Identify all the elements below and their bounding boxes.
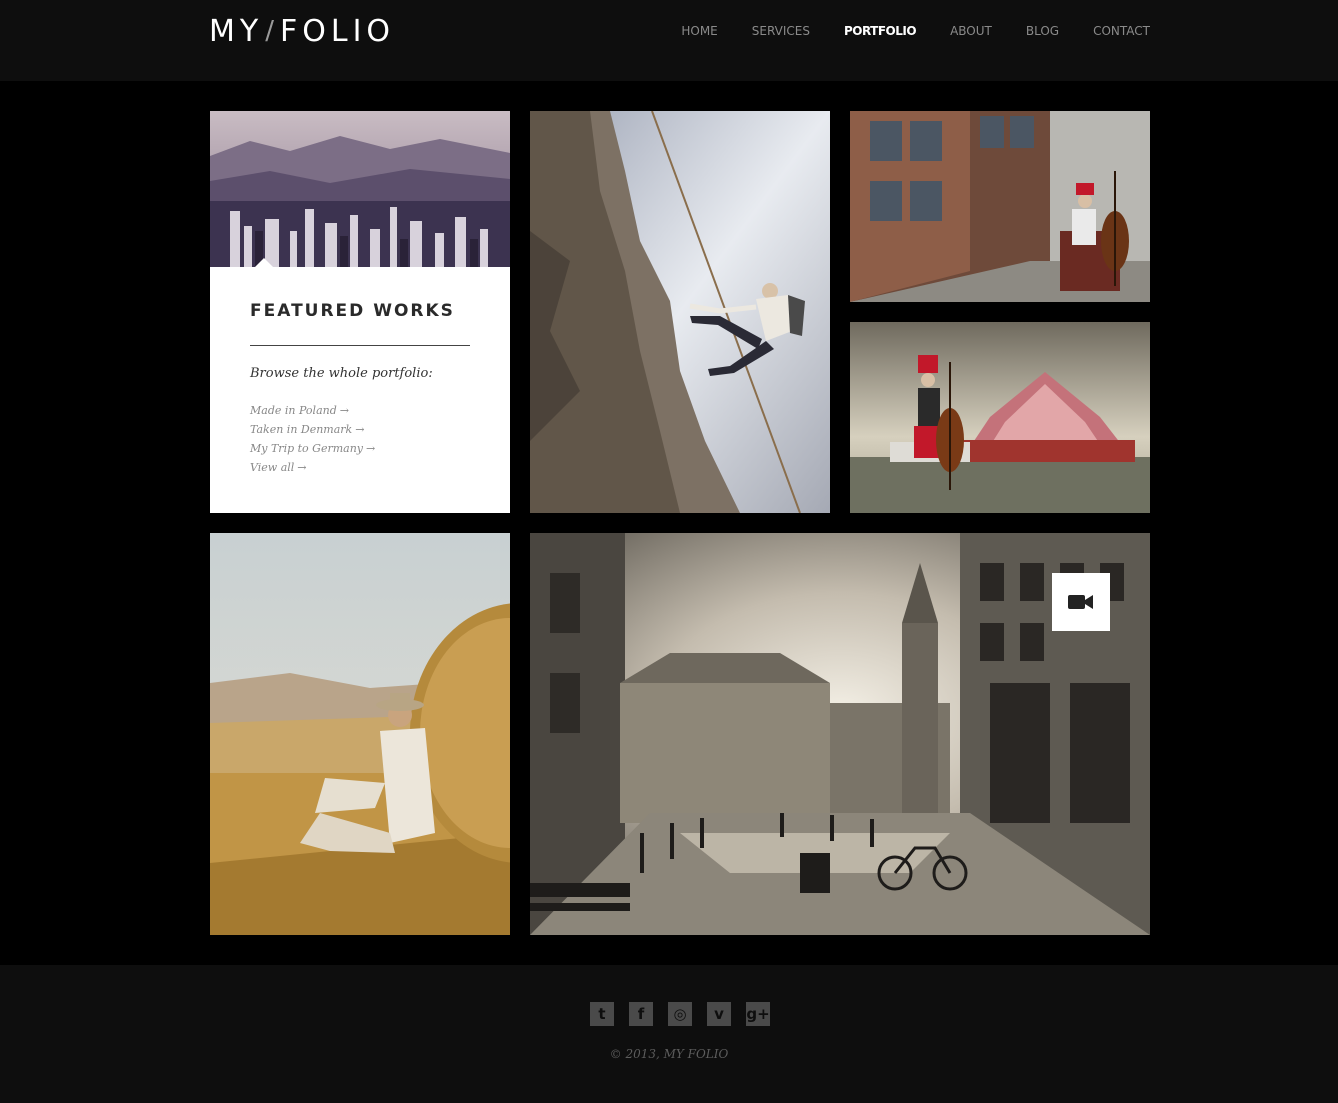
google-plus-icon[interactable]: g+ bbox=[746, 1002, 770, 1026]
circus-cellist-photo[interactable] bbox=[850, 322, 1150, 513]
link-taken-in-denmark[interactable]: Taken in Denmark → bbox=[250, 420, 375, 439]
featured-subtitle: Browse the whole portfolio: bbox=[250, 366, 433, 381]
vimeo-icon[interactable]: v bbox=[707, 1002, 731, 1026]
link-view-all[interactable]: View all → bbox=[250, 458, 375, 477]
featured-works-card: FEATURED WORKS Browse the whole portfoli… bbox=[210, 111, 510, 513]
featured-links: Made in Poland → Taken in Denmark → My Tri… bbox=[250, 401, 375, 477]
site-header: MY / FOLIO HOME SERVICES PORTFOLIO ABOUT… bbox=[0, 0, 1338, 81]
facebook-icon[interactable]: f bbox=[629, 1002, 653, 1026]
featured-notch bbox=[254, 258, 274, 268]
site-footer: t f ◎ v g+ © 2013, MY FOLIO bbox=[0, 965, 1338, 1103]
main-nav: HOME SERVICES PORTFOLIO ABOUT BLOG CONTA… bbox=[647, 22, 1150, 40]
social-links: t f ◎ v g+ bbox=[590, 1002, 785, 1026]
video-play-button[interactable] bbox=[1052, 573, 1110, 631]
nav-portfolio[interactable]: PORTFOLIO bbox=[844, 22, 917, 40]
nav-blog[interactable]: BLOG bbox=[1026, 22, 1059, 40]
twitter-icon[interactable]: t bbox=[590, 1002, 614, 1026]
arrow-right-icon: → bbox=[339, 404, 349, 417]
rock-climber-photo[interactable] bbox=[530, 111, 830, 513]
town-square-photo[interactable] bbox=[530, 533, 1150, 935]
arrow-right-icon: → bbox=[366, 442, 376, 455]
copyright-text: © 2013, MY FOLIO bbox=[609, 1047, 729, 1061]
logo-text-right: FOLIO bbox=[279, 13, 396, 49]
logo-separator: / bbox=[265, 16, 278, 46]
dribbble-icon[interactable]: ◎ bbox=[668, 1002, 692, 1026]
link-made-in-poland[interactable]: Made in Poland → bbox=[250, 401, 375, 420]
nav-about[interactable]: ABOUT bbox=[950, 22, 992, 40]
nav-services[interactable]: SERVICES bbox=[752, 22, 810, 40]
site-logo[interactable]: MY / FOLIO bbox=[209, 13, 396, 49]
video-camera-icon bbox=[1068, 595, 1093, 609]
featured-divider bbox=[250, 345, 470, 346]
nav-home[interactable]: HOME bbox=[681, 22, 717, 40]
logo-text-left: MY bbox=[209, 13, 264, 49]
hay-bale-photo[interactable] bbox=[210, 533, 510, 935]
city-skyline-photo[interactable] bbox=[210, 111, 510, 267]
nav-contact[interactable]: CONTACT bbox=[1093, 22, 1150, 40]
featured-title: FEATURED WORKS bbox=[250, 301, 455, 321]
street-cellist-photo[interactable] bbox=[850, 111, 1150, 302]
arrow-right-icon: → bbox=[297, 461, 307, 474]
arrow-right-icon: → bbox=[355, 423, 365, 436]
link-my-trip-to-germany[interactable]: My Trip to Germany → bbox=[250, 439, 375, 458]
